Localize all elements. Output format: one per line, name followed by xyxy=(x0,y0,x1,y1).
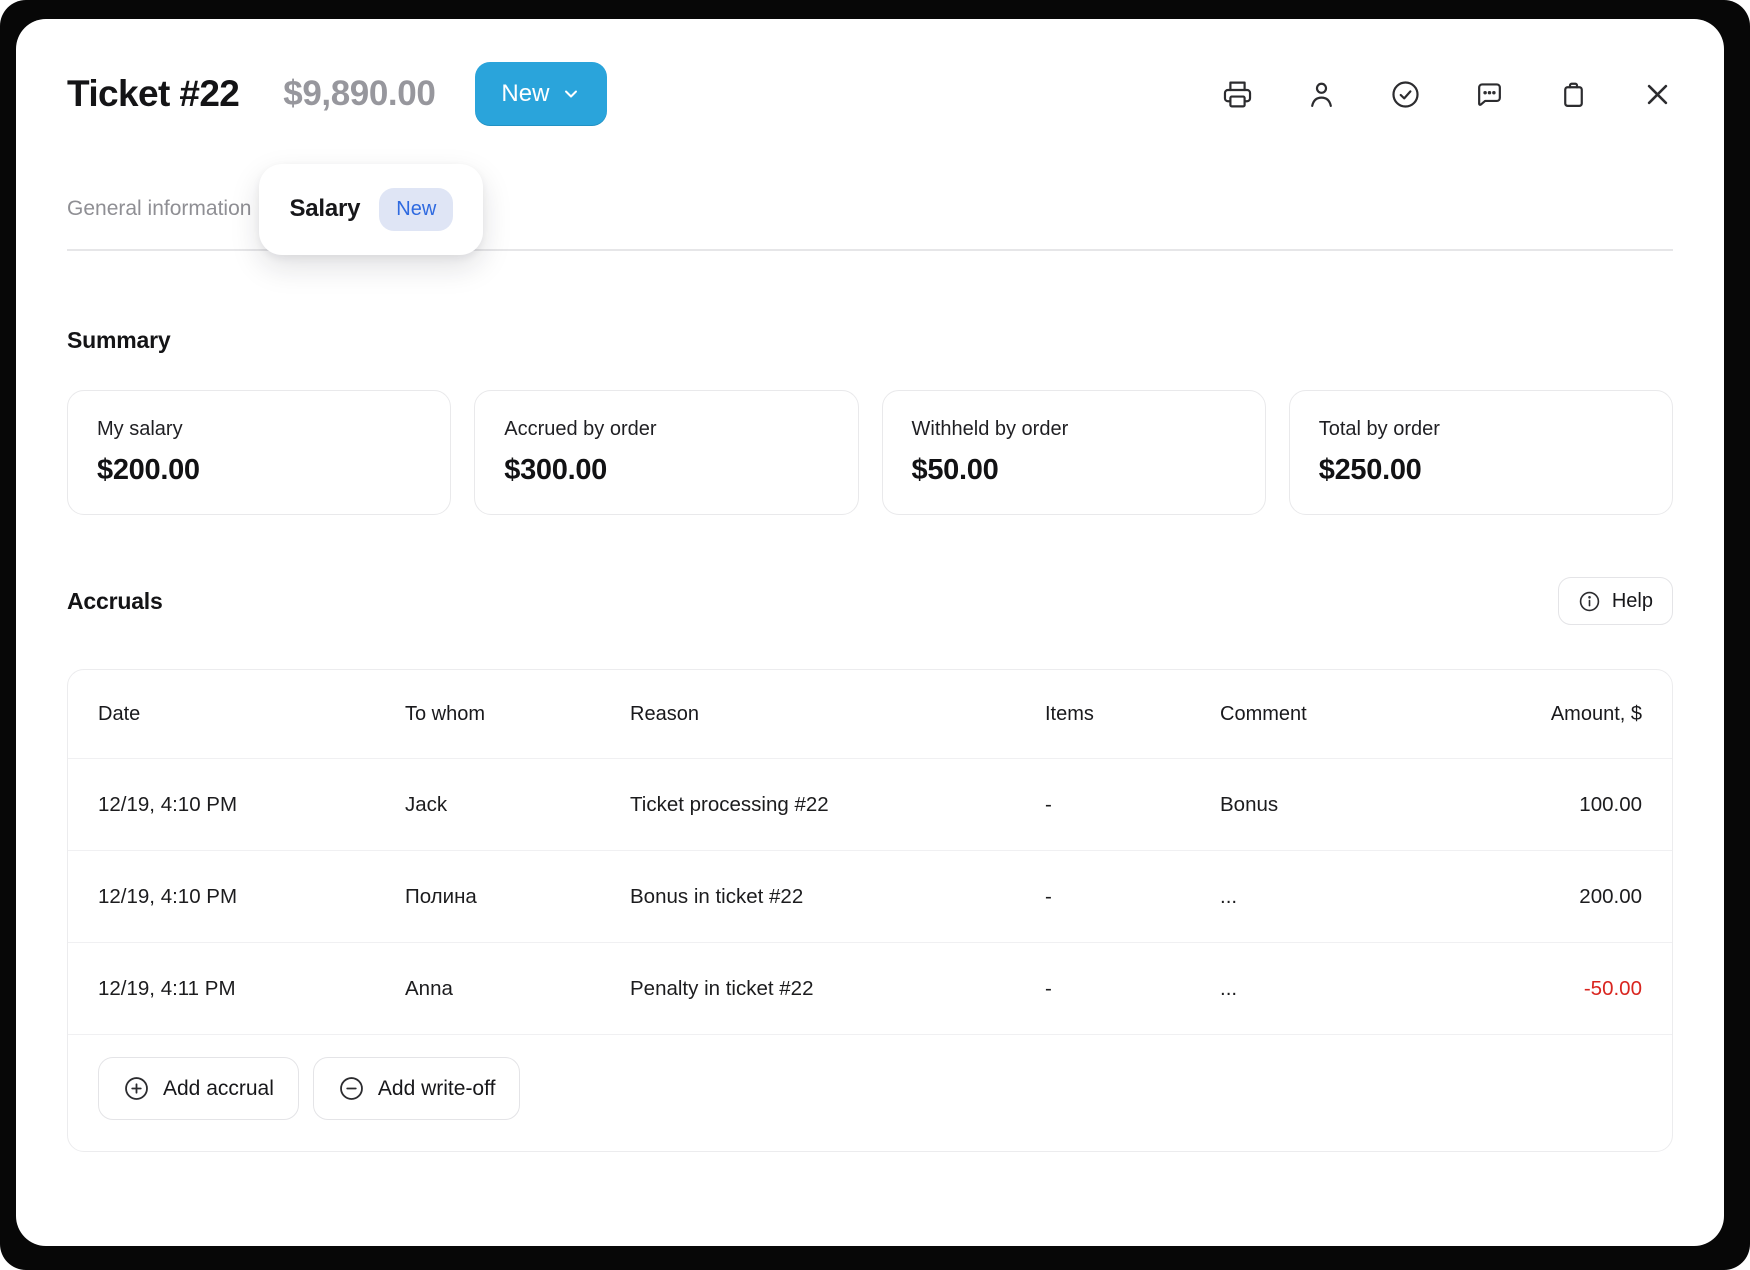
add-write-off-button[interactable]: Add write-off xyxy=(313,1057,521,1120)
column-header-items: Items xyxy=(1045,703,1220,726)
column-header-reason: Reason xyxy=(630,703,1045,726)
cell-comment: Bonus xyxy=(1220,793,1465,817)
plus-circle-icon xyxy=(123,1075,150,1102)
summary-card-value: $50.00 xyxy=(912,454,1236,487)
tab-general-information[interactable]: General information xyxy=(67,197,251,221)
summary-cards: My salary $200.00 Accrued by order $300.… xyxy=(67,390,1673,515)
cell-date: 12/19, 4:11 PM xyxy=(98,977,405,1001)
chat-icon[interactable] xyxy=(1474,79,1505,110)
accruals-table: Date To whom Reason Items Comment Amount… xyxy=(67,669,1673,1152)
ticket-total-amount: $9,890.00 xyxy=(283,74,435,114)
cell-date: 12/19, 4:10 PM xyxy=(98,885,405,909)
ticket-modal: Ticket #22 $9,890.00 New xyxy=(16,19,1724,1246)
table-row[interactable]: 12/19, 4:10 PM Jack Ticket processing #2… xyxy=(68,759,1672,851)
summary-card-label: My salary xyxy=(97,418,421,441)
help-button-label: Help xyxy=(1612,590,1653,613)
header-actions xyxy=(1222,79,1673,110)
page-title: Ticket #22 xyxy=(67,73,239,115)
summary-card-label: Total by order xyxy=(1319,418,1643,441)
cell-amount: -50.00 xyxy=(1465,977,1642,1001)
column-header-date: Date xyxy=(98,703,405,726)
add-accrual-button[interactable]: Add accrual xyxy=(98,1057,299,1120)
column-header-amount: Amount, $ xyxy=(1465,703,1642,726)
window-frame: Ticket #22 $9,890.00 New xyxy=(0,0,1750,1270)
cell-items: - xyxy=(1045,793,1220,817)
add-accrual-label: Add accrual xyxy=(163,1077,274,1101)
column-header-to-whom: To whom xyxy=(405,703,630,726)
cell-to-whom: Anna xyxy=(405,977,630,1001)
cell-items: - xyxy=(1045,885,1220,909)
accruals-heading: Accruals xyxy=(67,588,163,615)
summary-card-withheld: Withheld by order $50.00 xyxy=(882,390,1266,515)
cell-reason: Bonus in ticket #22 xyxy=(630,885,1045,909)
minus-circle-icon xyxy=(338,1075,365,1102)
accruals-header-bar: Accruals Help xyxy=(67,577,1673,625)
summary-card-value: $250.00 xyxy=(1319,454,1643,487)
table-row[interactable]: 12/19, 4:10 PM Полина Bonus in ticket #2… xyxy=(68,851,1672,943)
table-header-row: Date To whom Reason Items Comment Amount… xyxy=(68,670,1672,759)
printer-icon[interactable] xyxy=(1222,79,1253,110)
cell-to-whom: Полина xyxy=(405,885,630,909)
cell-date: 12/19, 4:10 PM xyxy=(98,793,405,817)
help-button[interactable]: Help xyxy=(1558,577,1673,625)
summary-card-label: Withheld by order xyxy=(912,418,1236,441)
cell-reason: Ticket processing #22 xyxy=(630,793,1045,817)
summary-card-my-salary: My salary $200.00 xyxy=(67,390,451,515)
tab-salary[interactable]: Salary New xyxy=(259,164,483,255)
cell-comment: ... xyxy=(1220,977,1465,1001)
table-row[interactable]: 12/19, 4:11 PM Anna Penalty in ticket #2… xyxy=(68,943,1672,1035)
status-dropdown-label: New xyxy=(501,80,549,108)
summary-card-total: Total by order $250.00 xyxy=(1289,390,1673,515)
cell-to-whom: Jack xyxy=(405,793,630,817)
check-circle-icon[interactable] xyxy=(1390,79,1421,110)
summary-card-label: Accrued by order xyxy=(504,418,828,441)
summary-card-value: $300.00 xyxy=(504,454,828,487)
chevron-down-icon xyxy=(561,84,581,104)
tab-salary-new-badge: New xyxy=(379,188,453,231)
summary-card-value: $200.00 xyxy=(97,454,421,487)
status-dropdown-button[interactable]: New xyxy=(475,62,607,126)
table-actions: Add accrual Add write-off xyxy=(68,1035,1672,1151)
cell-comment: ... xyxy=(1220,885,1465,909)
cell-amount: 200.00 xyxy=(1465,885,1642,909)
close-icon[interactable] xyxy=(1642,79,1673,110)
cell-items: - xyxy=(1045,977,1220,1001)
column-header-comment: Comment xyxy=(1220,703,1465,726)
cell-amount: 100.00 xyxy=(1465,793,1642,817)
modal-header: Ticket #22 $9,890.00 New xyxy=(67,61,1673,127)
summary-heading: Summary xyxy=(67,327,1673,354)
add-write-off-label: Add write-off xyxy=(378,1077,496,1101)
trash-icon[interactable] xyxy=(1558,79,1589,110)
info-icon xyxy=(1578,590,1601,613)
summary-card-accrued: Accrued by order $300.00 xyxy=(474,390,858,515)
tab-bar: General information Salary New xyxy=(67,157,1673,261)
cell-reason: Penalty in ticket #22 xyxy=(630,977,1045,1001)
tab-salary-label: Salary xyxy=(289,195,360,223)
user-icon[interactable] xyxy=(1306,79,1337,110)
